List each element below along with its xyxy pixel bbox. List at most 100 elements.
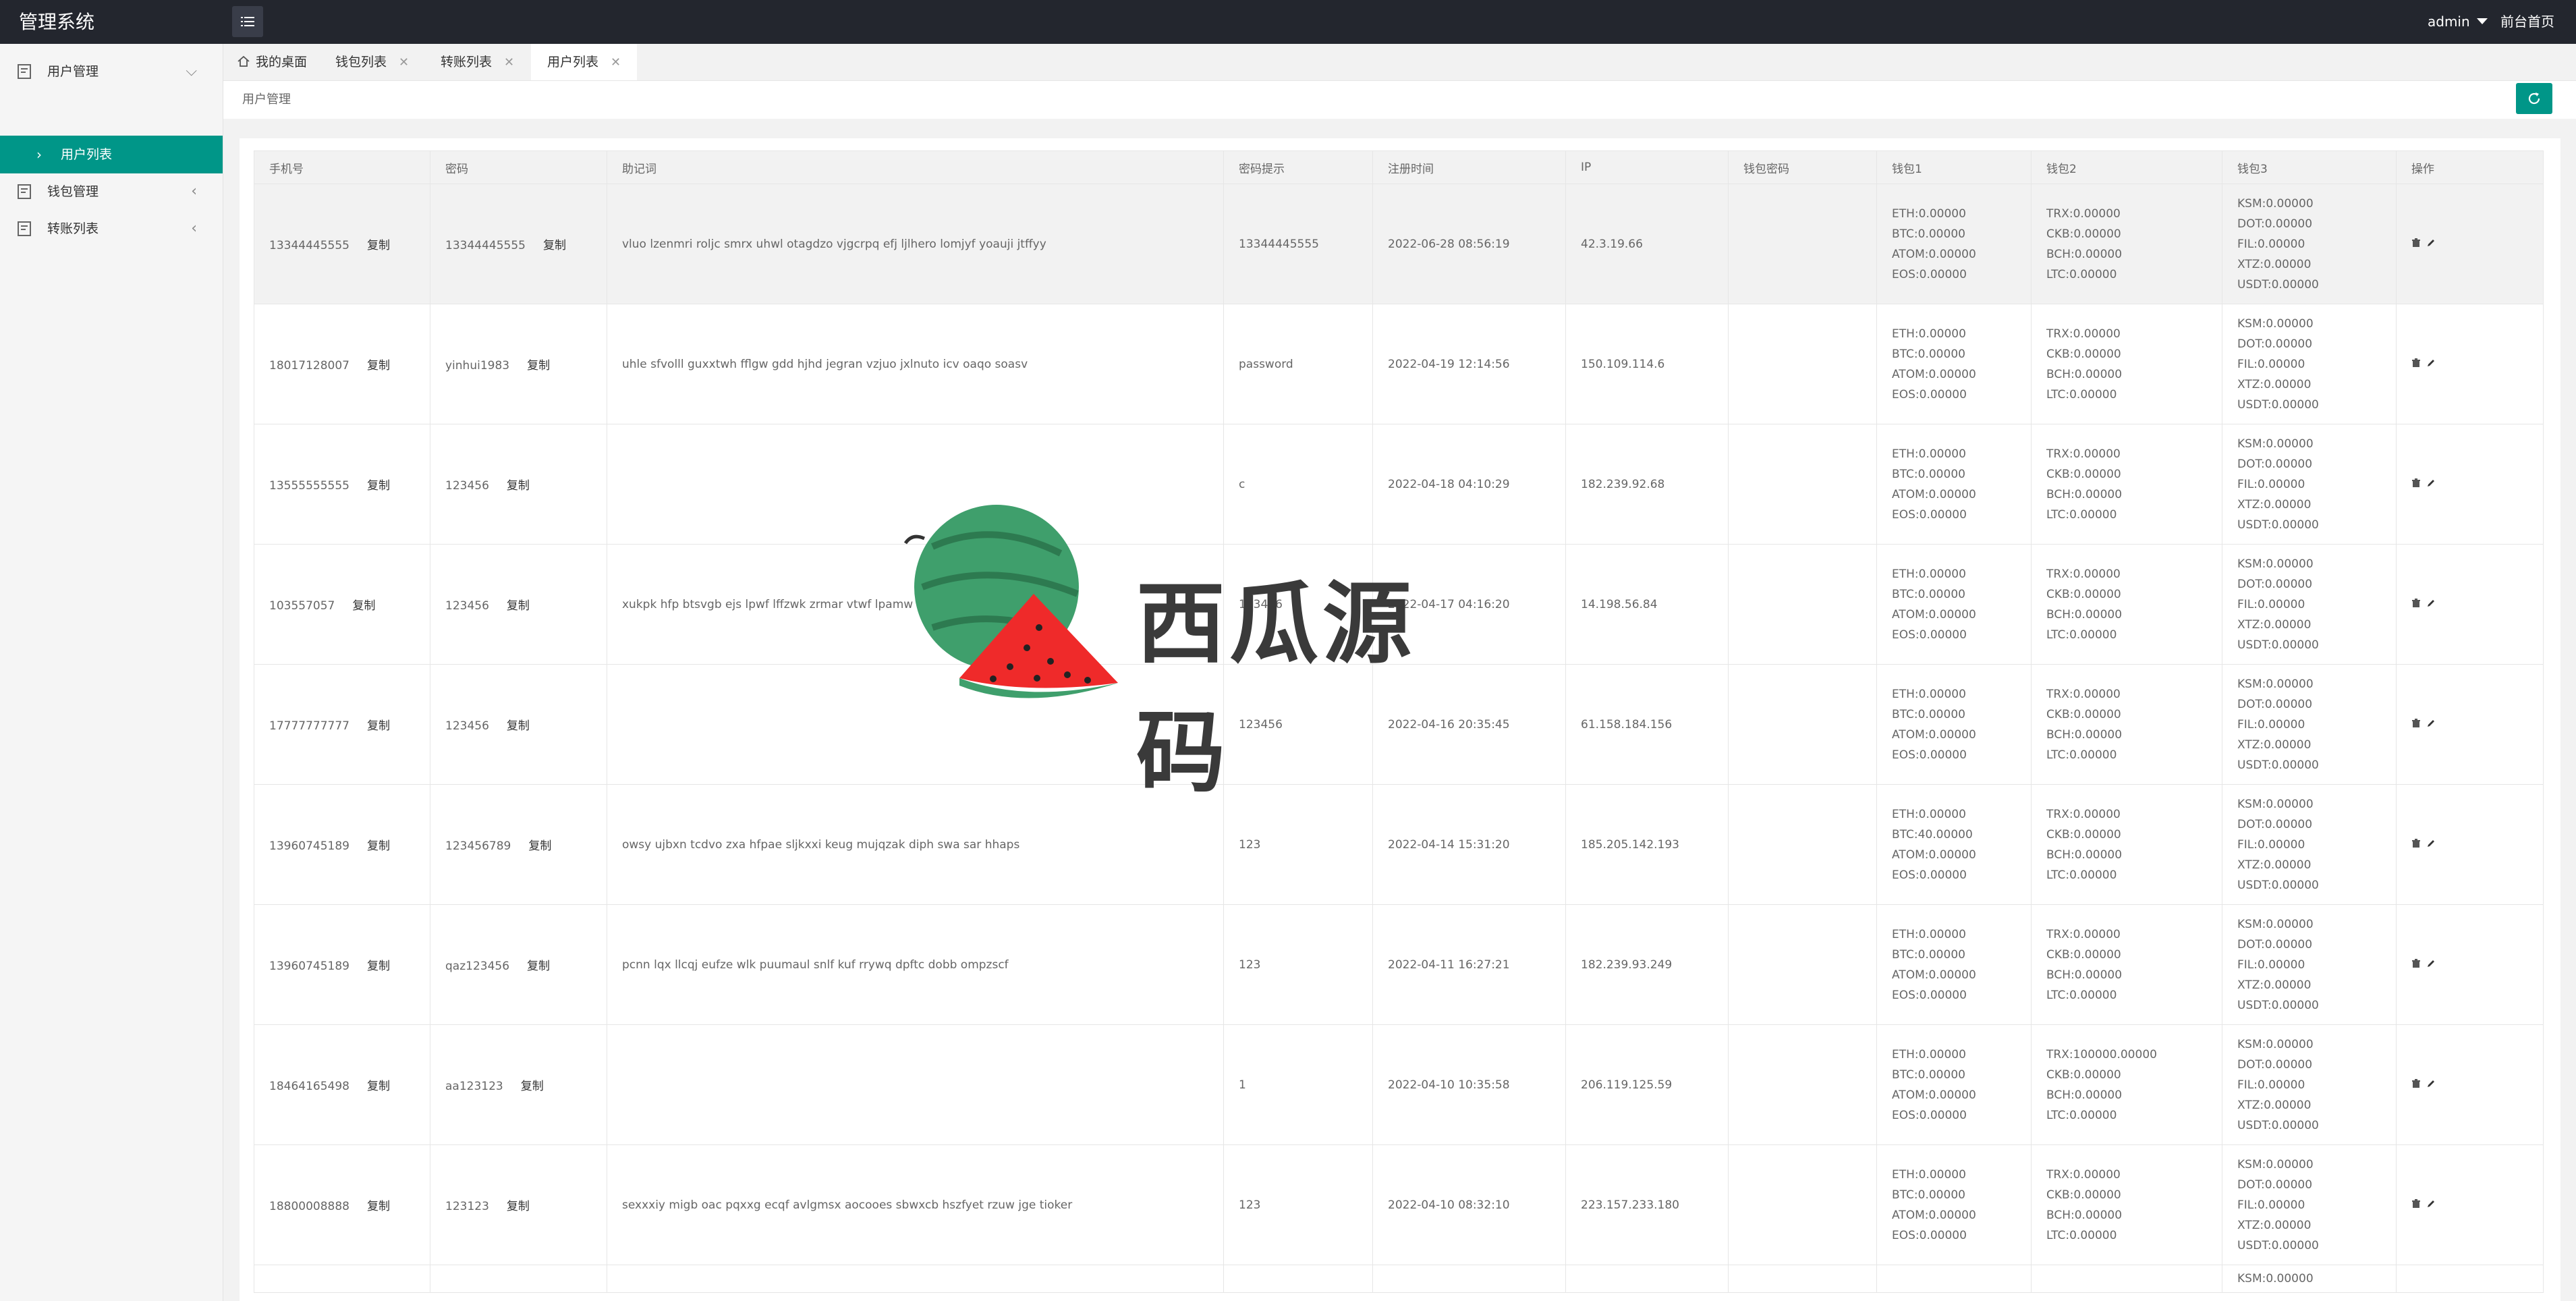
tab-bar: 我的桌面 钱包列表 ✕ 转账列表 ✕ 用户列表 ✕ <box>223 44 2576 81</box>
copy-button[interactable]: 复制 <box>367 960 390 973</box>
table-cell: 223.157.233.180 <box>1565 1144 1729 1265</box>
copy-button[interactable]: 复制 <box>367 719 390 733</box>
copy-button[interactable]: 复制 <box>527 960 550 973</box>
phone-value: 18017128007 <box>269 359 349 372</box>
wallet-balance: XTZ:0.00000 <box>2237 257 2312 271</box>
hint-value: 13344445555 <box>1239 237 1319 251</box>
delete-icon[interactable] <box>2411 358 2421 371</box>
tab-my-desktop[interactable]: 我的桌面 <box>237 44 307 80</box>
delete-icon[interactable] <box>2411 958 2421 972</box>
delete-icon[interactable] <box>2411 838 2421 852</box>
table-cell: 2022-04-10 10:35:58 <box>1372 1024 1566 1145</box>
sidebar-subitem-user-list[interactable]: › 用户列表 <box>0 136 223 173</box>
copy-button[interactable]: 复制 <box>528 839 551 853</box>
delete-icon[interactable] <box>2411 478 2421 491</box>
table-cell: 2022-04-17 04:16:20 <box>1372 544 1566 665</box>
copy-button[interactable]: 复制 <box>527 359 550 372</box>
menu-toggle-button[interactable] <box>232 6 263 37</box>
copy-button[interactable]: 复制 <box>507 719 530 733</box>
wallet-balance: BCH:0.00000 <box>2046 607 2123 621</box>
copy-button[interactable]: 复制 <box>543 239 566 252</box>
copy-button[interactable]: 复制 <box>521 1080 544 1093</box>
edit-icon[interactable] <box>2426 598 2436 611</box>
copy-button[interactable]: 复制 <box>367 359 390 372</box>
tab-wallet-list[interactable]: 钱包列表 ✕ <box>335 44 409 80</box>
sidebar-item-transfer-list[interactable]: 转账列表 ‹ <box>0 211 223 247</box>
copy-button[interactable]: 复制 <box>367 479 390 493</box>
wallet-balance: USDT:0.00000 <box>2237 1238 2319 1252</box>
wallet-balance: ETH:0.00000 <box>1892 447 1966 461</box>
front-home-link[interactable]: 前台首页 <box>2500 0 2554 44</box>
sidebar-item-label: 转账列表 <box>47 221 99 236</box>
copy-button[interactable]: 复制 <box>352 599 375 613</box>
wallet-cell: ETH:0.00000 BTC:0.00000 ATOM:0.00000 EOS:0.… <box>1876 544 2032 665</box>
wallet-balance: KSM:0.00000 <box>2237 1037 2314 1051</box>
table-cell: yinhui1983 复制 <box>430 304 607 424</box>
password-value: 123456 <box>445 599 489 613</box>
document-icon <box>18 184 31 199</box>
sidebar: 用户管理 ⌵ › 用户列表 钱包管理 ‹ 转账列表 ‹ <box>0 44 223 1301</box>
copy-button[interactable]: 复制 <box>367 1080 390 1093</box>
copy-button[interactable]: 复制 <box>367 239 390 252</box>
wallet-balance: CKB:0.00000 <box>2046 827 2121 841</box>
edit-icon[interactable] <box>2426 1078 2436 1092</box>
top-bar: 管理系统 admin 前台首页 <box>0 0 2576 44</box>
copy-button[interactable]: 复制 <box>367 1200 390 1213</box>
close-icon[interactable]: ✕ <box>504 55 514 70</box>
password-value: 123456 <box>445 719 489 733</box>
edit-icon[interactable] <box>2426 358 2436 371</box>
close-icon[interactable]: ✕ <box>399 55 409 70</box>
wallet-cell: TRX:0.00000 CKB:0.00000 BCH:0.00000 LTC:0.0… <box>2031 784 2222 905</box>
column-header: 钱包2 <box>2031 150 2222 184</box>
close-icon[interactable]: ✕ <box>611 55 621 70</box>
delete-icon[interactable] <box>2411 598 2421 611</box>
edit-icon[interactable] <box>2426 238 2436 251</box>
wallet-balance: KSM:0.00000 <box>2237 316 2314 331</box>
delete-icon[interactable] <box>2411 1198 2421 1212</box>
wallet-balance: USDT:0.00000 <box>2237 1118 2319 1132</box>
copy-button[interactable]: 复制 <box>367 839 390 853</box>
delete-icon[interactable] <box>2411 1078 2421 1092</box>
edit-icon[interactable] <box>2426 478 2436 491</box>
wallet-cell: ETH:0.00000 BTC:40.00000 ATOM:0.00000 EOS:0… <box>1876 784 2032 905</box>
wallet-balance: XTZ:0.00000 <box>2237 978 2312 992</box>
wallet-balance: DOT:0.00000 <box>2237 1057 2313 1072</box>
edit-icon[interactable] <box>2426 1198 2436 1212</box>
edit-icon[interactable] <box>2426 718 2436 731</box>
hint-value: 123456 <box>1239 597 1283 611</box>
tab-user-list[interactable]: 用户列表 ✕ <box>531 44 638 80</box>
tab-transfer-list[interactable]: 转账列表 ✕ <box>441 44 514 80</box>
copy-button[interactable]: 复制 <box>507 479 530 493</box>
table-row: 18464165498 复制 aa123123 复制 1 2022-04-10 10:35… <box>254 1024 2544 1145</box>
column-header: 密码 <box>430 150 607 184</box>
admin-user-menu[interactable]: admin <box>2428 0 2488 44</box>
table-cell: 13960745189 复制 <box>254 904 430 1025</box>
wallet-balance: XTZ:0.00000 <box>2237 617 2312 632</box>
mnemonic-value: uhle sfvolll guxxtwh fflgw gdd hjhd jegr… <box>622 357 1028 371</box>
table-cell: 14.198.56.84 <box>1565 544 1729 665</box>
reg_time-value: 2022-04-16 20:35:45 <box>1388 717 1510 731</box>
delete-icon[interactable] <box>2411 718 2421 731</box>
edit-icon[interactable] <box>2426 958 2436 972</box>
ip-value: 206.119.125.59 <box>1581 1078 1673 1092</box>
wallet-cell: KSM:0.00000 DOT:0.00000 FIL:0.00000 XTZ:0.0… <box>2222 184 2397 304</box>
wallet-cell <box>2031 1265 2222 1293</box>
refresh-button[interactable] <box>2516 83 2552 114</box>
wallet-cell: TRX:0.00000 CKB:0.00000 BCH:0.00000 LTC:0.0… <box>2031 184 2222 304</box>
sidebar-item-user-management[interactable]: 用户管理 ⌵ <box>0 53 223 90</box>
delete-icon[interactable] <box>2411 238 2421 251</box>
copy-button[interactable]: 复制 <box>507 1200 530 1213</box>
wallet-balance: BTC:0.00000 <box>1892 587 1965 601</box>
wallet-balance: LTC:0.00000 <box>2046 1228 2117 1242</box>
table-cell: 123456 <box>1223 544 1373 665</box>
wallet-balance: BCH:0.00000 <box>2046 1088 2123 1102</box>
copy-button[interactable]: 复制 <box>507 599 530 613</box>
wallet-balance: KSM:0.00000 <box>2237 1272 2314 1285</box>
wallet-cell: ETH:0.00000 BTC:0.00000 ATOM:0.00000 EOS:0.… <box>1876 304 2032 424</box>
table-cell: sexxxiy migb oac pqxxg ecqf avlgmsx aoco… <box>607 1144 1224 1265</box>
table-cell: 61.158.184.156 <box>1565 664 1729 785</box>
wallet-balance: ETH:0.00000 <box>1892 927 1966 941</box>
table-cell: 42.3.19.66 <box>1565 184 1729 304</box>
edit-icon[interactable] <box>2426 838 2436 852</box>
sidebar-item-wallet-management[interactable]: 钱包管理 ‹ <box>0 173 223 210</box>
